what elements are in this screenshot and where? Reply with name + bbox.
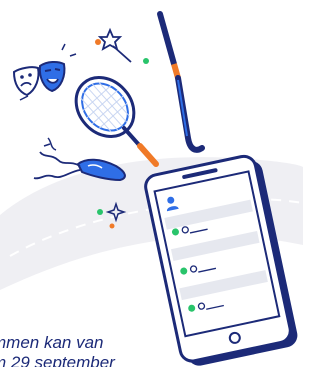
ballet-shoe-icon: [33, 137, 126, 182]
star-wand-icon: [97, 27, 132, 63]
promo-illustration: mmen kan van m 29 september: [0, 0, 303, 367]
orange-dot: [95, 39, 101, 45]
theater-masks-icon: [12, 60, 66, 101]
orange-dot-small: [109, 223, 115, 229]
hockey-stick-icon: [157, 11, 205, 153]
activities-illustration: [0, 11, 303, 366]
caption-line-1: mmen kan van: [0, 333, 104, 352]
tennis-racket-icon: [74, 76, 159, 167]
spark-lines: [61, 43, 77, 57]
green-dot-mid: [97, 209, 103, 215]
caption-line-2: m 29 september: [0, 353, 115, 367]
green-dot-top: [143, 58, 149, 64]
